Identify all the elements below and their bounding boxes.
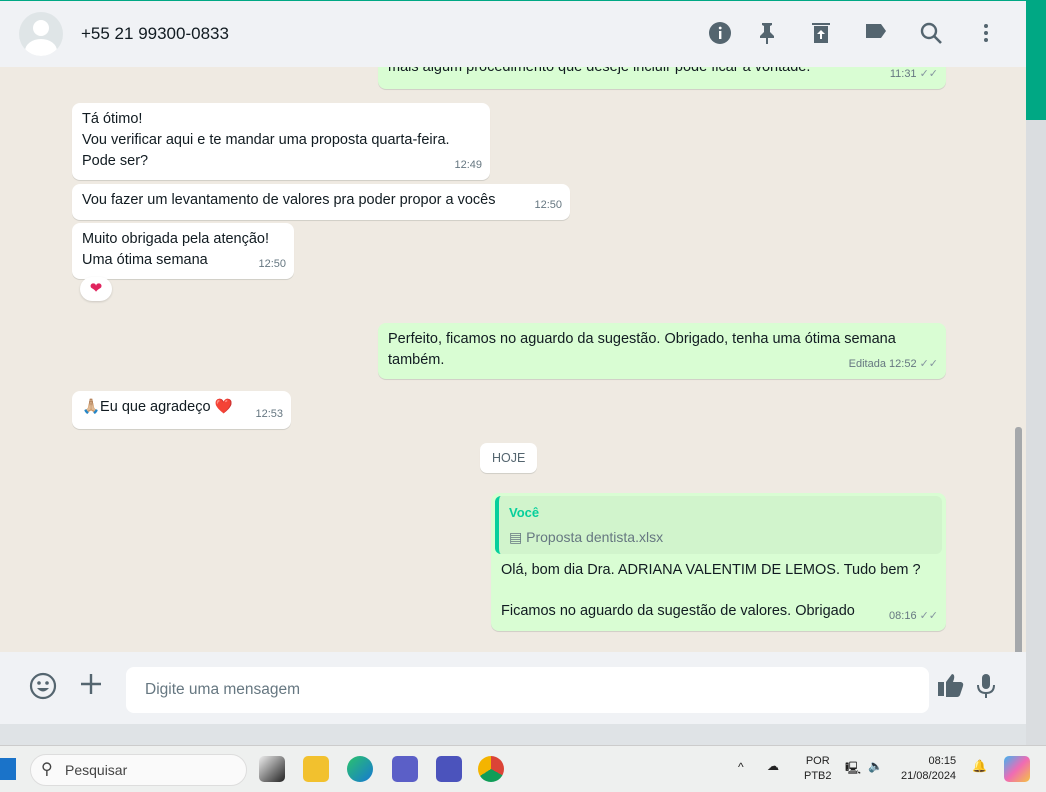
message-text: Vou verificar aqui e te mandar uma propo… (82, 132, 450, 148)
message-line: Olá, bom dia Dra. ADRIANA VALENTIM DE LE… (501, 562, 921, 578)
teams-icon[interactable] (392, 756, 418, 782)
date-chip: HOJE (480, 443, 538, 473)
double-check-icon: ✓✓ (919, 610, 938, 622)
info-icon[interactable] (707, 21, 733, 47)
windows-start-icon[interactable] (0, 758, 16, 780)
quoted-message[interactable]: Você ▤ Proposta dentista.xlsx (495, 496, 942, 554)
microphone-icon[interactable] (971, 672, 1001, 702)
emoji-icon[interactable] (28, 672, 58, 702)
message-text: Pode ser? (82, 153, 149, 169)
message-in: 🙏🏼Eu que agradeço ❤️ 12:53 (72, 391, 291, 429)
search-label: Pesquisar (65, 762, 128, 778)
teams-icon-2[interactable] (436, 756, 462, 782)
delete-icon[interactable] (808, 21, 834, 47)
quote-file: Proposta dentista.xlsx (526, 529, 664, 545)
volume-icon[interactable]: 🔈 (868, 759, 883, 773)
task-view-icon[interactable] (259, 756, 285, 782)
onedrive-icon[interactable]: ☁ (767, 759, 779, 773)
message-in: Muito obrigada pela atenção! Uma ótima s… (72, 223, 294, 279)
chrome-icon[interactable] (478, 756, 504, 782)
message-time: 12:53 (255, 408, 283, 420)
double-check-icon: ✓✓ (919, 358, 938, 370)
message-list: mais algum procedimento que deseje inclu… (0, 67, 1026, 652)
message-text: Perfeito, ficamos no aguardo da sugestão… (388, 331, 896, 347)
message-text: Tá ótimo! (82, 111, 143, 127)
message-in: Tá ótimo! Vou verificar aqui e te mandar… (72, 103, 490, 180)
message-in: Vou fazer um levantamento de valores pra… (72, 184, 570, 220)
message-time: Editada 12:52 ✓✓ (848, 358, 938, 370)
browser-scrollbar[interactable] (1026, 0, 1046, 745)
heart-reaction[interactable]: ❤ (80, 277, 112, 301)
document-icon: ▤ (509, 529, 523, 545)
edge-icon[interactable] (347, 756, 373, 782)
message-line: Ficamos no aguardo da sugestão de valore… (501, 603, 855, 619)
chat-scrollbar[interactable] (1015, 427, 1022, 652)
language-indicator[interactable]: POR PTB2 (804, 755, 832, 782)
message-out: Você ▤ Proposta dentista.xlsx Olá, bom d… (491, 493, 946, 631)
message-out: mais algum procedimento que deseje inclu… (378, 67, 946, 89)
quote-author: Você (509, 505, 540, 520)
contact-name[interactable]: +55 21 99300-0833 (81, 24, 229, 44)
message-time: 12:50 (258, 258, 286, 270)
label-icon[interactable] (863, 21, 889, 47)
message-text: Vou fazer um levantamento de valores pra… (82, 192, 496, 208)
composer: Digite uma mensagem (0, 652, 1026, 724)
search-icon[interactable] (918, 21, 944, 47)
thumbs-up-icon[interactable] (936, 672, 966, 702)
message-text: Muito obrigada pela atenção! (82, 231, 270, 247)
taskbar-search[interactable]: ⚲ Pesquisar (30, 754, 247, 786)
message-time: 12:50 (534, 199, 562, 211)
pin-icon[interactable] (754, 21, 780, 47)
chat-header: +55 21 99300-0833 (0, 0, 1026, 67)
clock[interactable]: 08:15 21/08/2024 (901, 755, 956, 782)
file-explorer-icon[interactable] (303, 756, 329, 782)
windows-taskbar: ⚲ Pesquisar ^ ☁ POR PTB2 🖳 🔈 08:15 21/08/20… (0, 745, 1046, 792)
whatsapp-window: +55 21 99300-0833 mais algum procediment… (0, 0, 1026, 724)
search-icon: ⚲ (41, 761, 53, 778)
message-text: Uma ótima semana (82, 252, 208, 268)
bell-icon[interactable]: 🔔 (972, 759, 987, 773)
message-text: mais algum procedimento que deseje inclu… (388, 67, 811, 75)
double-check-icon: ✓✓ (919, 68, 938, 80)
menu-icon[interactable] (973, 21, 999, 47)
message-text: 🙏🏼Eu que agradeço ❤️ (82, 399, 233, 415)
message-text: Olá, bom dia Dra. ADRIANA VALENTIM DE LE… (495, 560, 942, 622)
chevron-up-icon[interactable]: ^ (738, 760, 744, 774)
message-time: 12:49 (454, 159, 482, 171)
plus-icon[interactable] (76, 672, 106, 702)
avatar[interactable] (19, 12, 63, 56)
network-icon[interactable]: 🖳 (845, 759, 861, 780)
message-out: Perfeito, ficamos no aguardo da sugestão… (378, 323, 946, 379)
message-time: 11:31 ✓✓ (889, 68, 938, 80)
message-input[interactable]: Digite uma mensagem (126, 667, 929, 713)
copilot-icon[interactable] (1004, 756, 1030, 782)
message-time: 08:16 ✓✓ (889, 610, 938, 622)
